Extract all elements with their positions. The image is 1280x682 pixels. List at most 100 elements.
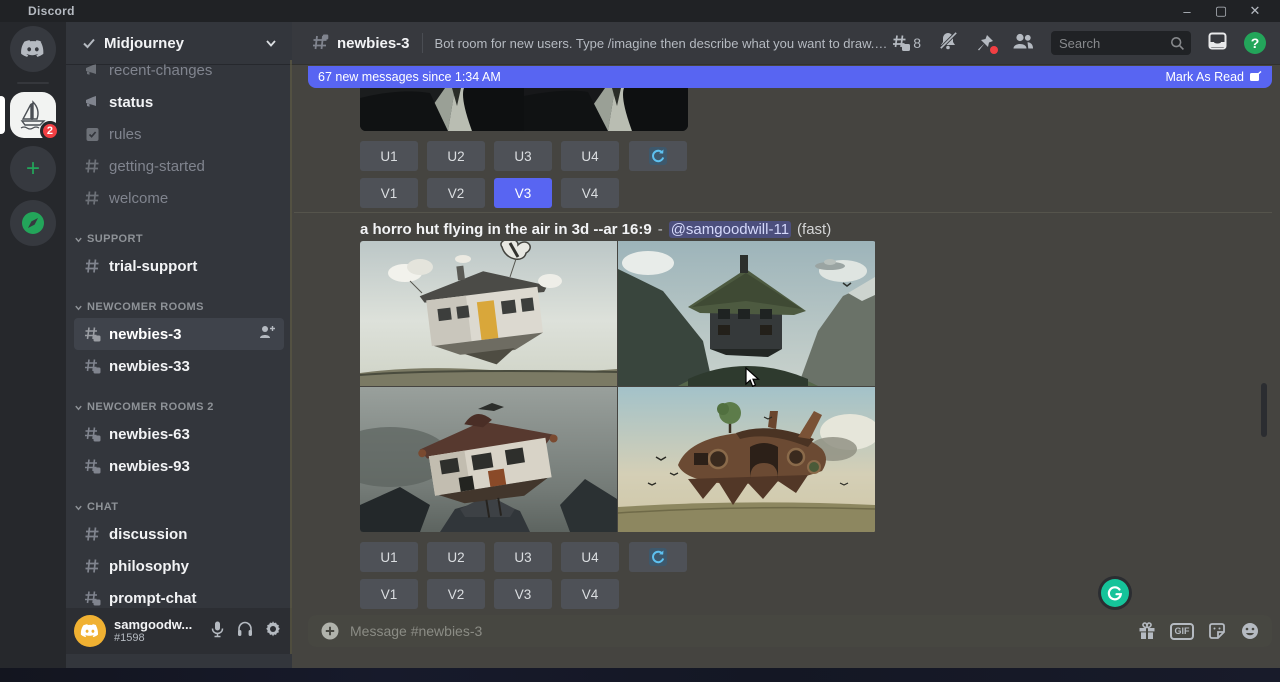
- gift-icon[interactable]: [1137, 621, 1157, 641]
- grammarly-icon: [1101, 579, 1129, 607]
- category-newcomer-rooms[interactable]: NEWCOMER ROOMS: [66, 296, 292, 318]
- hash-bubble-icon: [82, 325, 102, 343]
- channel-discussion[interactable]: discussion: [74, 518, 284, 550]
- generated-image-grid[interactable]: [360, 241, 876, 532]
- server-header[interactable]: Midjourney: [66, 22, 292, 64]
- channel-newbies-3[interactable]: newbies-3: [74, 318, 284, 350]
- chevron-down-icon: [74, 235, 83, 244]
- mark-as-read-button[interactable]: Mark As Read: [1165, 70, 1262, 84]
- mark-read-icon: [1249, 71, 1262, 83]
- u1-button[interactable]: U1: [360, 542, 418, 572]
- hash-icon: [82, 525, 102, 543]
- u2-button[interactable]: U2: [427, 542, 485, 572]
- attach-plus-icon[interactable]: [320, 621, 340, 641]
- grammarly-badge[interactable]: [1098, 576, 1132, 610]
- category-chat[interactable]: CHAT: [66, 496, 292, 518]
- category-newcomer-rooms-2[interactable]: NEWCOMER ROOMS 2: [66, 396, 292, 418]
- help-button[interactable]: ?: [1244, 32, 1266, 54]
- hash-bubble-icon: [82, 589, 102, 607]
- member-list-button[interactable]: [1011, 31, 1035, 56]
- category-support[interactable]: SUPPORT: [66, 228, 292, 250]
- channel-newbies-63[interactable]: newbies-63: [74, 418, 284, 450]
- variation-button-row-current: V1 V2 V3 V4: [360, 579, 619, 609]
- explore-servers-button[interactable]: [10, 200, 56, 246]
- user-info[interactable]: samgoodw... #1598: [114, 617, 209, 645]
- v2-button[interactable]: V2: [427, 579, 485, 609]
- gif-picker-button[interactable]: GIF: [1170, 623, 1194, 640]
- chevron-down-icon: [74, 503, 83, 512]
- generated-image-4: [618, 387, 875, 532]
- chevron-down-icon: [74, 403, 83, 412]
- close-button[interactable]: ✕: [1238, 0, 1272, 22]
- channel-philosophy[interactable]: philosophy: [74, 550, 284, 582]
- channel-getting-started[interactable]: getting-started: [74, 150, 284, 182]
- v1-button[interactable]: V1: [360, 579, 418, 609]
- channel-rules[interactable]: rules: [74, 118, 284, 150]
- v4-button[interactable]: V4: [561, 579, 619, 609]
- notifications-muted-button[interactable]: [937, 31, 959, 56]
- channel-topic[interactable]: Bot room for new users. Type /imagine th…: [435, 36, 890, 51]
- u4-button[interactable]: U4: [561, 542, 619, 572]
- reroll-button[interactable]: [629, 141, 687, 171]
- u3-button[interactable]: U3: [494, 141, 552, 171]
- channel-newbies-93[interactable]: newbies-93: [74, 450, 284, 482]
- generated-image-1: [360, 241, 617, 386]
- compass-icon: [20, 210, 46, 236]
- channel-name: newbies-3: [337, 35, 410, 52]
- minimize-button[interactable]: –: [1170, 0, 1204, 22]
- hash-icon: [82, 257, 102, 275]
- chat-scrollbar-thumb[interactable]: [1261, 383, 1267, 437]
- bell-slash-icon: [937, 31, 959, 51]
- pinned-messages-button[interactable]: [975, 33, 995, 53]
- u4-button[interactable]: U4: [561, 141, 619, 171]
- user-bar: samgoodw... #1598: [66, 608, 292, 654]
- channel-newbies-33[interactable]: newbies-33: [74, 350, 284, 382]
- emoji-icon[interactable]: [1240, 621, 1260, 641]
- v3-button-selected[interactable]: V3: [494, 178, 552, 208]
- maximize-button[interactable]: ▢: [1204, 0, 1238, 22]
- generated-image-2: [618, 241, 875, 386]
- u1-button[interactable]: U1: [360, 141, 418, 171]
- search-icon: [1170, 36, 1185, 51]
- previous-generated-image[interactable]: [360, 88, 688, 131]
- hash-icon: [82, 157, 102, 175]
- reroll-button[interactable]: [629, 542, 687, 572]
- mic-icon[interactable]: [209, 620, 226, 643]
- discord-logo-icon: [80, 624, 100, 638]
- v4-button[interactable]: V4: [561, 178, 619, 208]
- username: samgoodw...: [114, 617, 209, 632]
- inbox-button[interactable]: [1207, 31, 1228, 56]
- message-composer[interactable]: Message #newbies-3 GIF: [308, 615, 1272, 647]
- v1-button[interactable]: V1: [360, 178, 418, 208]
- channel-status[interactable]: status: [74, 86, 284, 118]
- search-input[interactable]: Search: [1051, 31, 1191, 55]
- user-mention[interactable]: @samgoodwill-11: [669, 221, 791, 238]
- hash-bubble-icon: [82, 357, 102, 375]
- header-divider: [422, 33, 423, 53]
- sticker-icon[interactable]: [1207, 621, 1227, 641]
- u2-button[interactable]: U2: [427, 141, 485, 171]
- v2-button[interactable]: V2: [427, 178, 485, 208]
- discord-home-button[interactable]: [10, 26, 56, 72]
- settings-gear-icon[interactable]: [264, 620, 282, 643]
- upscale-button-row-current: U1 U2 U3 U4: [360, 542, 687, 572]
- channel-trial-support[interactable]: newbies-3 trial-support: [74, 250, 284, 282]
- separator: -: [658, 221, 663, 238]
- channel-recent-changes[interactable]: recent-changes: [74, 64, 284, 86]
- server-name: Midjourney: [104, 35, 264, 52]
- create-invite-icon[interactable]: [258, 324, 276, 345]
- u3-button[interactable]: U3: [494, 542, 552, 572]
- v3-button[interactable]: V3: [494, 579, 552, 609]
- channel-sidebar: Midjourney recent-changes status rules g…: [66, 22, 292, 668]
- add-server-button[interactable]: +: [10, 146, 56, 192]
- new-messages-bar[interactable]: 67 new messages since 1:34 AM Mark As Re…: [308, 66, 1272, 88]
- channel-welcome[interactable]: welcome: [74, 182, 284, 214]
- threads-button[interactable]: 8: [890, 33, 921, 53]
- user-avatar[interactable]: [74, 615, 106, 647]
- hash-icon: [82, 557, 102, 575]
- search-placeholder: Search: [1059, 36, 1170, 51]
- composer-buttons: GIF: [1137, 621, 1260, 641]
- message-prompt-line: a horro hut flying in the air in 3d --ar…: [360, 218, 831, 240]
- megaphone-icon: [82, 93, 102, 111]
- headphones-icon[interactable]: [236, 620, 254, 643]
